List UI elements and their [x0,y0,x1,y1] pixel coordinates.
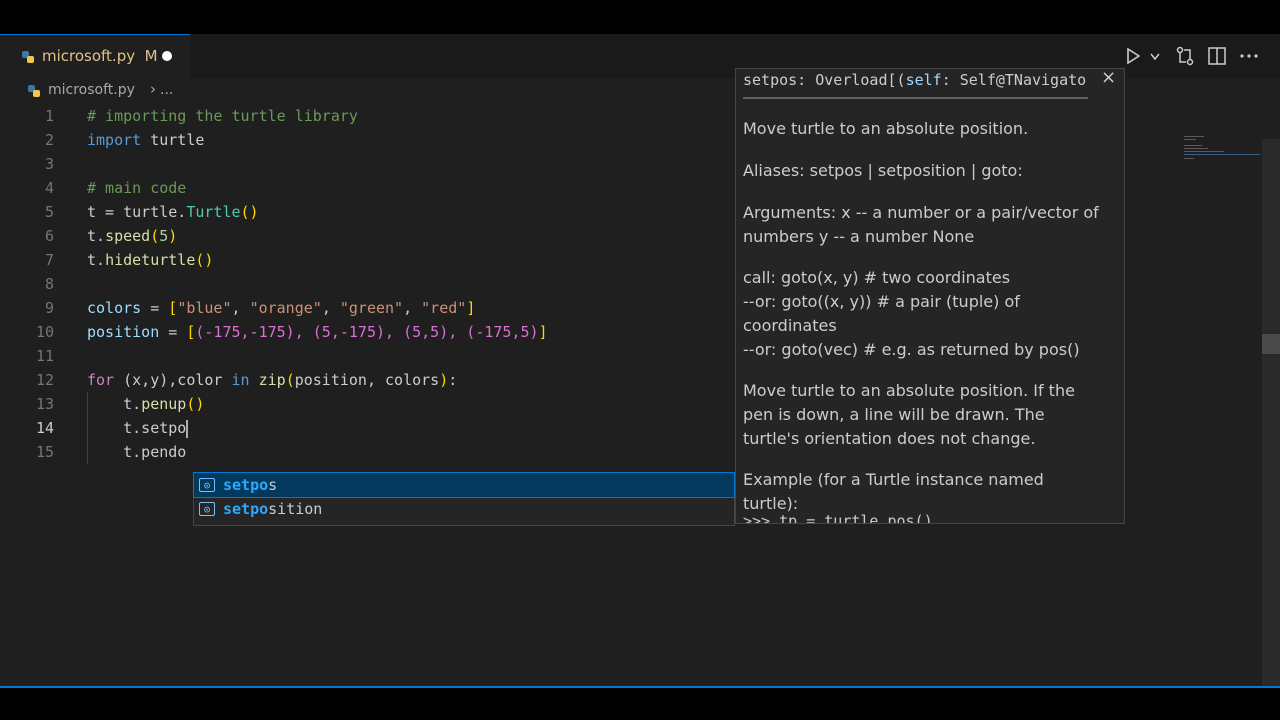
string-literal: "red" [421,299,467,317]
code-text: (x,y),color [123,371,223,389]
suggestion-match: setpo [223,500,269,518]
text-cursor [186,419,189,438]
code-line[interactable]: 9 colors = ["blue", "orange", "green", "r… [0,296,735,320]
signature-divider [743,97,1088,99]
function-name: penup [141,395,187,413]
line-number: 8 [44,275,54,293]
minimap[interactable] [1180,134,1260,164]
suggestion-details-panel[interactable]: setpos: Overload[(self: Self@TNavigator … [735,68,1125,524]
doc-paragraph: Move turtle to an absolute position. [743,119,1029,138]
doc-paragraph: call: goto(x, y) # two coordinates [743,268,1011,287]
code-line[interactable]: 2 import turtle [0,128,735,152]
breadcrumb-file[interactable]: microsoft.py [48,82,135,98]
code-text: t = turtle. [87,203,187,221]
code-line[interactable]: 12 for (x,y),color in zip(position, color… [0,368,735,392]
code-text: t. [87,227,106,245]
method-icon: ⊙ [199,502,215,516]
unsaved-dot-icon[interactable] [162,51,172,61]
suggestion-rest: s [268,476,278,494]
suggestion-item-setpos[interactable]: ⊙ setpos [193,472,735,498]
code-line[interactable]: 11 [0,344,735,368]
python-file-icon [22,51,34,63]
line-number: 13 [35,395,54,413]
line-number: 5 [44,203,54,221]
line-number: 9 [44,299,54,317]
code-line[interactable]: 4 # main code [0,176,735,200]
class-name: Turtle [186,203,241,221]
line-number: 10 [35,323,54,341]
suggestion-widget[interactable]: ⊙ setpos ⊙ setposition [193,472,735,526]
code-line[interactable]: 6 t.speed(5) [0,224,735,248]
method-icon: ⊙ [199,478,215,492]
status-bar [0,686,1280,720]
doc-paragraph: --or: goto(vec) # e.g. as returned by po… [743,340,1080,359]
split-editor-icon[interactable] [1208,47,1226,65]
module-name: turtle [150,131,205,149]
string-literal: "blue" [177,299,232,317]
function-name: zip [258,371,286,389]
line-number: 11 [35,347,54,365]
line-number: 14 [35,419,54,437]
line-number: 15 [35,443,54,461]
code-text: t. [87,251,106,269]
code-line[interactable]: 15 t.pendo [0,440,735,464]
brackets: () [240,203,259,221]
code-line[interactable]: 1 # importing the turtle library [0,104,735,128]
variable-name: colors [87,299,142,317]
line-number: 7 [44,251,54,269]
doc-paragraph: Aliases: setpos | setposition | goto: [743,161,1023,180]
keyword: in [231,371,250,389]
code-line-current[interactable]: 14 t.setpo [0,416,735,440]
code-line[interactable]: 7 t.hideturtle() [0,248,735,272]
suggestion-match: setpo [223,476,269,494]
line-number: 12 [35,371,54,389]
code-line[interactable]: 5 t = turtle.Turtle() [0,200,735,224]
signature: setpos: Overload[(self: Self@TNavigator [743,71,1088,89]
python-file-icon [28,85,40,97]
comment: # main code [87,179,187,197]
tab-microsoft-py[interactable]: microsoft.py M [0,34,190,78]
suggestion-item-setposition[interactable]: ⊙ setposition [194,497,734,521]
code-text: t. [123,395,142,413]
chevron-down-icon[interactable] [1150,53,1160,61]
run-icon[interactable] [1126,48,1140,64]
close-icon[interactable]: × [1101,69,1116,88]
function-name: hideturtle [105,251,196,269]
breadcrumb: microsoft.py › ... [0,78,730,104]
breadcrumb-more[interactable]: ... [160,82,173,98]
code-line[interactable]: 8 [0,272,735,296]
comment: # importing the turtle library [87,107,358,125]
vertical-scrollbar[interactable] [1262,139,1280,686]
tab-label: microsoft.py M [42,47,158,65]
more-actions-icon[interactable] [1240,54,1258,58]
breadcrumb-separator: › [150,80,156,98]
code-line[interactable]: 13 t.penup() [0,392,735,416]
doc-paragraph: Move turtle to an absolute position. If … [743,381,1075,448]
vscode-window: microsoft.py M microsoft.py › ... 1 # imp… [0,34,1280,686]
variable-name: position [87,323,160,341]
code-line[interactable]: 10 position = [(-175,-175), (5,-175), (5,… [0,320,735,344]
string-literal: "green" [339,299,404,317]
keyword: import [87,131,142,149]
doc-paragraph: --or: goto((x, y)) # a pair (tuple) of c… [743,292,1020,335]
code-text: t.setpo [123,419,187,437]
code-text: position, colors [294,371,440,389]
tuple-list: (-175,-175), (5,-175), (5,5), (-175,5) [195,323,539,341]
code-text: t.pendo [123,443,187,461]
line-number: 2 [44,131,54,149]
line-number: 6 [44,227,54,245]
keyword: for [87,371,115,389]
string-literal: "orange" [249,299,322,317]
line-number: 3 [44,155,54,173]
function-name: speed [105,227,151,245]
doc-paragraph: Arguments: x -- a number or a pair/vecto… [743,203,1099,246]
number-literal: 5 [159,227,169,245]
compare-changes-icon[interactable] [1176,46,1194,66]
scrollbar-thumb[interactable] [1262,334,1280,354]
suggestion-rest: sition [268,500,323,518]
code-line[interactable]: 3 [0,152,735,176]
line-number: 4 [44,179,54,197]
line-number: 1 [44,107,54,125]
doc-code-example: >>> tp = turtle.pos() [743,512,933,524]
